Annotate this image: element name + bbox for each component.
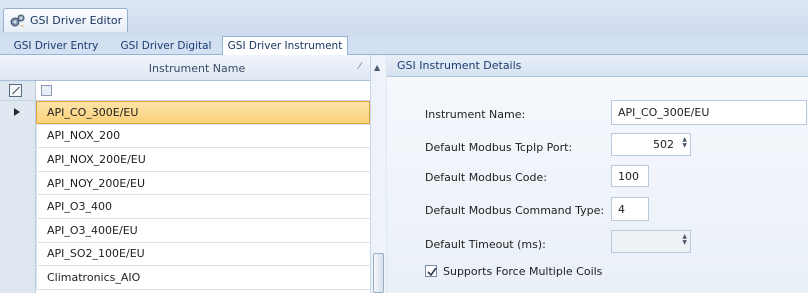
- table-row[interactable]: API_NOX_200E/EU: [0, 148, 370, 172]
- document-tab-bar: GSI Driver Editor: [0, 0, 808, 36]
- table-row[interactable]: API_CO_300E/EU: [0, 101, 370, 125]
- command-type-value: 4: [618, 202, 625, 216]
- force-coils-checkbox[interactable]: [425, 265, 437, 277]
- table-row[interactable]: API_O3_400: [0, 195, 370, 219]
- command-type-field[interactable]: 4: [611, 197, 649, 221]
- tab-label: GSI Driver Entry: [13, 39, 99, 52]
- driver-editor-icon: [10, 13, 25, 28]
- table-row[interactable]: API_SO2_100E/EU: [0, 242, 370, 267]
- spin-arrows-icon[interactable]: ▲ ▼: [682, 234, 687, 246]
- current-row-pointer-icon: [14, 108, 20, 116]
- command-type-label: Default Modbus Command Type:: [425, 204, 605, 217]
- cell-instrument-name[interactable]: API_CO_300E/EU: [36, 101, 370, 124]
- cell-instrument-name[interactable]: API_NOX_200: [36, 124, 370, 148]
- auto-filter-row: [0, 81, 370, 101]
- timeout-label: Default Timeout (ms):: [425, 238, 546, 251]
- tab-gsi-driver-editor[interactable]: GSI Driver Editor: [3, 8, 128, 32]
- modbus-code-value: 100: [618, 169, 639, 183]
- cell-instrument-name[interactable]: API_O3_400E/EU: [36, 218, 370, 242]
- table-row[interactable]: API_O3_400E/EU: [0, 218, 370, 243]
- group-title: GSI Instrument Details: [397, 59, 522, 72]
- column-sort-icon[interactable]: ⁄: [359, 61, 361, 72]
- table-row[interactable]: API_NOY_200E/EU: [0, 171, 370, 196]
- details-group-header: GSI Instrument Details: [387, 55, 808, 77]
- modbus-code-label: Default Modbus Code:: [425, 171, 547, 184]
- table-row[interactable]: API_NOX_200: [0, 124, 370, 149]
- tcpip-port-label: Default Modbus TcpIp Port:: [425, 141, 573, 154]
- vertical-scrollbar[interactable]: ▲: [370, 55, 386, 293]
- tab-gsi-driver-digital[interactable]: GSI Driver Digital: [112, 36, 220, 55]
- cell-instrument-name[interactable]: API_O3_400: [36, 195, 370, 218]
- instrument-name-field[interactable]: API_CO_300E/EU: [611, 100, 807, 125]
- clear-filter-icon[interactable]: [9, 84, 22, 97]
- cell-instrument-name[interactable]: API_NOY_200E/EU: [36, 171, 370, 195]
- tab-label: GSI Driver Digital: [120, 39, 212, 52]
- column-header-instrument-name[interactable]: Instrument Name: [40, 62, 354, 75]
- grid-header: Instrument Name ⁄: [0, 55, 386, 81]
- instrument-name-value: API_CO_300E/EU: [618, 106, 710, 119]
- scrollbar-thumb[interactable]: [373, 253, 384, 293]
- timeout-spinner[interactable]: ▲ ▼: [611, 230, 691, 253]
- filter-condition-icon[interactable]: [41, 85, 52, 96]
- tab-gsi-driver-instrument[interactable]: GSI Driver Instrument: [222, 36, 348, 56]
- cell-instrument-name[interactable]: Climatronics_AIO: [36, 266, 370, 289]
- instrument-grid: Instrument Name ⁄ API_CO_300E/EU API_NOX…: [0, 55, 386, 293]
- tcpip-port-spinner[interactable]: 502 ▲ ▼: [611, 133, 691, 156]
- tab-title: GSI Driver Editor: [30, 14, 123, 27]
- instrument-name-label: Instrument Name:: [425, 108, 526, 121]
- tab-label: GSI Driver Instrument: [227, 40, 343, 52]
- cell-instrument-name[interactable]: API_SO2_100E/EU: [36, 242, 370, 266]
- sub-tab-strip: GSI Driver Entry GSI Driver Digital GSI …: [0, 36, 808, 56]
- instrument-details-panel: GSI Instrument Details Instrument Name: …: [387, 55, 808, 293]
- force-coils-label: Supports Force Multiple Coils: [443, 265, 603, 278]
- scroll-up-icon[interactable]: ▲: [374, 63, 380, 72]
- tcpip-port-value: 502: [653, 138, 674, 151]
- modbus-code-field[interactable]: 100: [611, 165, 649, 187]
- table-row[interactable]: Climatronics_AIO: [0, 266, 370, 290]
- grid-rows: API_CO_300E/EU API_NOX_200 API_NOX_200E/…: [0, 101, 370, 290]
- tab-gsi-driver-entry[interactable]: GSI Driver Entry: [4, 36, 108, 55]
- spin-arrows-icon[interactable]: ▲ ▼: [682, 137, 687, 149]
- checkmark-icon: [427, 267, 437, 277]
- cell-instrument-name[interactable]: API_NOX_200E/EU: [36, 148, 370, 171]
